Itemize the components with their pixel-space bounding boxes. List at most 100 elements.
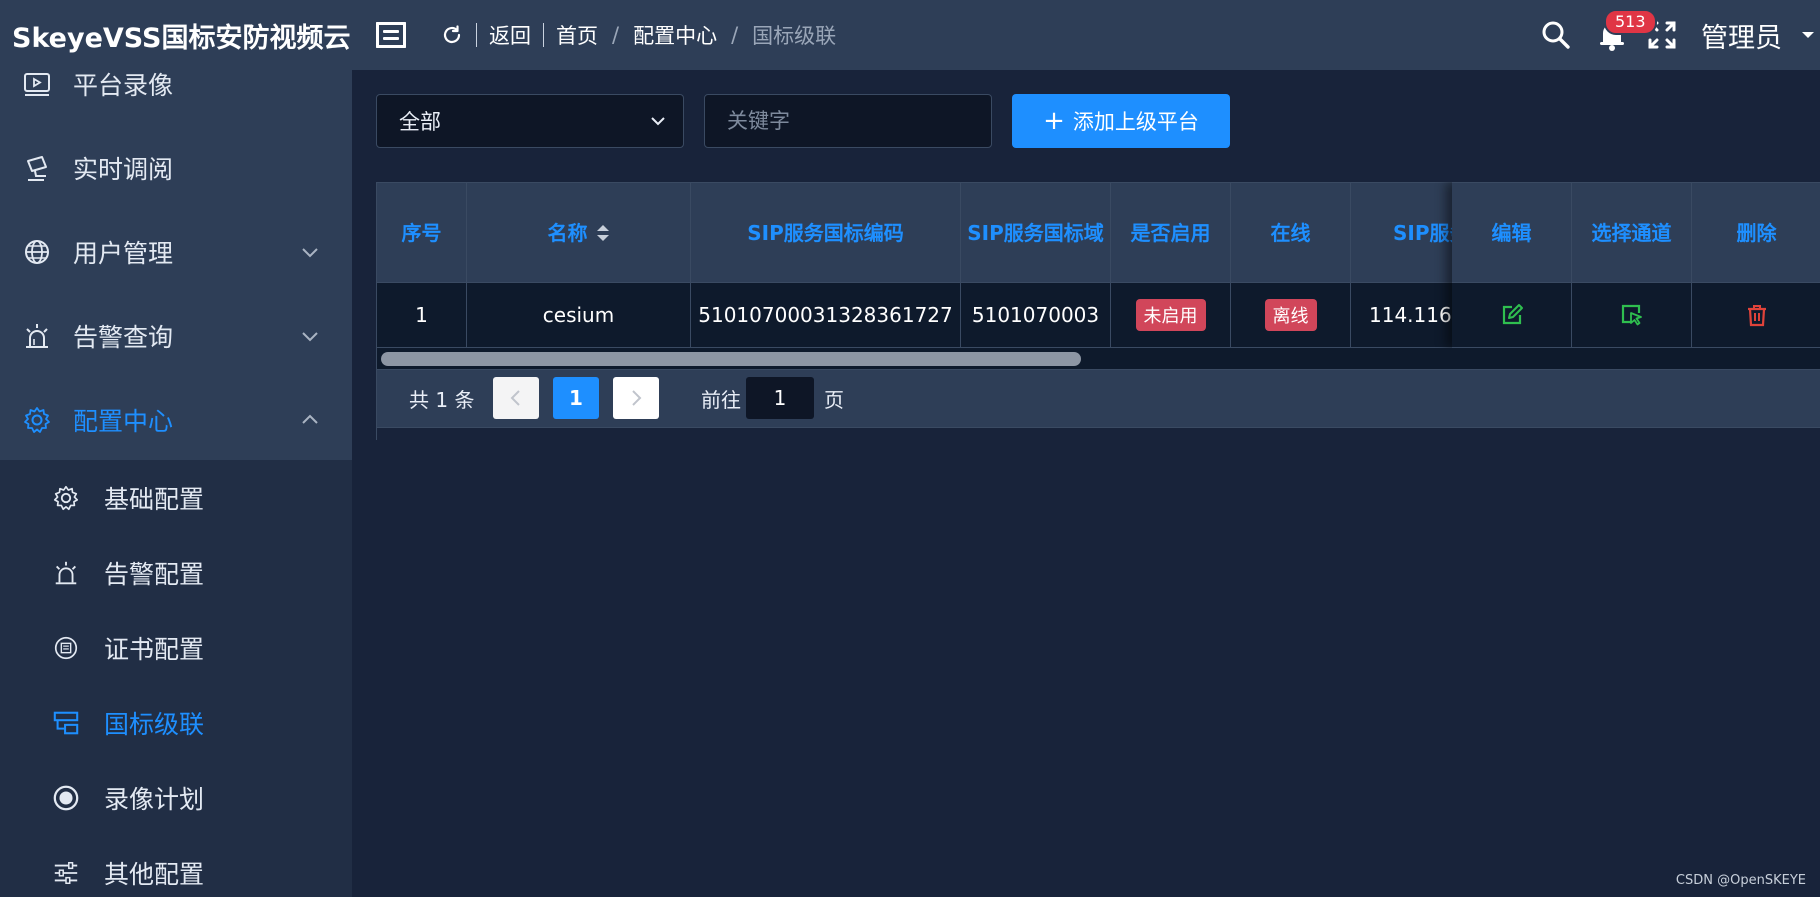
goto-page-input[interactable] — [746, 377, 814, 419]
cell-enabled: 未启用 — [1111, 283, 1231, 347]
chevron-down-icon — [302, 332, 318, 342]
sidebar-item-label: 用户管理 — [73, 239, 174, 268]
refresh-icon[interactable] — [440, 23, 464, 47]
sidebar-item-platform-recording[interactable]: 平台录像 — [0, 70, 352, 126]
breadcrumb-config-center[interactable]: 配置中心 — [633, 20, 717, 50]
sort-icon[interactable] — [596, 224, 610, 242]
sidebar-item-config-center[interactable]: 配置中心 — [0, 378, 352, 462]
sidebar-item-alarm-query[interactable]: 告警查询 — [0, 294, 352, 378]
prev-page-button[interactable] — [493, 377, 539, 419]
cell-name: cesium — [467, 283, 691, 347]
goto-label: 前往 — [701, 388, 741, 412]
breadcrumb-separator: / — [731, 23, 739, 47]
sidebar-subitem-alarm-config[interactable]: 告警配置 — [0, 535, 352, 610]
cell-online: 离线 — [1231, 283, 1351, 347]
add-button-label: 添加上级平台 — [1072, 110, 1199, 134]
sidebar-subitem-basic-config[interactable]: 基础配置 — [0, 460, 352, 535]
col-sip-domain: SIP服务国标域 — [961, 183, 1111, 282]
sidebar-item-label: 配置中心 — [73, 407, 174, 436]
config-submenu: 基础配置 告警配置 证书配置 国标级联 录像计划 其他配置 — [0, 460, 352, 897]
user-name: 管理员 — [1701, 22, 1782, 54]
notification-badge: 513 — [1604, 9, 1657, 35]
breadcrumb-home[interactable]: 首页 — [556, 20, 598, 50]
sidebar-subitem-label: 其他配置 — [104, 859, 205, 889]
select-channel-icon[interactable] — [1620, 303, 1644, 327]
video-icon — [24, 73, 50, 96]
sidebar-subitem-certificate-config[interactable]: 证书配置 — [0, 610, 352, 685]
sidebar-subitem-label: 证书配置 — [104, 634, 205, 664]
sliders-icon — [54, 861, 78, 884]
edit-icon[interactable] — [1500, 303, 1524, 327]
status-select-value: 全部 — [399, 110, 441, 134]
sidebar-item-label: 平台录像 — [73, 71, 174, 100]
cell-sip-code: 51010700031328361727 — [691, 283, 961, 347]
pagination: 共 1 条 1 前往 页 — [377, 370, 1820, 428]
chevron-up-icon — [302, 414, 318, 424]
chevron-right-icon — [632, 390, 642, 406]
top-header: SkeyeVSS国标安防视频云 返回 首页 / 配置中心 / 国标级联 管理员 … — [0, 0, 1820, 70]
sidebar-subitem-gb-cascade[interactable]: 国标级联 — [0, 685, 352, 760]
cascade-table: 序号 名称 SIP服务国标编码 SIP服务国标域 是否启用 在线 SIP服务 1… — [376, 182, 1820, 440]
caret-down-icon — [1802, 32, 1814, 38]
globe-icon — [25, 240, 49, 264]
record-icon — [53, 785, 79, 810]
add-superior-platform-button[interactable]: + 添加上级平台 — [1012, 94, 1230, 148]
sidebar-item-user-management[interactable]: 用户管理 — [0, 210, 352, 294]
app-title: SkeyeVSS国标安防视频云 — [12, 22, 351, 54]
col-select-channel: 选择通道 — [1572, 183, 1692, 282]
cell-sip-domain: 5101070003 — [961, 283, 1111, 347]
chevron-left-icon — [510, 390, 520, 406]
breadcrumb-bar: 返回 首页 / 配置中心 / 国标级联 — [440, 20, 836, 50]
col-delete: 删除 — [1736, 220, 1777, 245]
sidebar-subitem-other-config[interactable]: 其他配置 — [0, 835, 352, 897]
horizontal-scrollbar[interactable] — [377, 348, 1820, 370]
pagination-total: 共 1 条 — [409, 388, 475, 412]
col-name-label: 名称 — [547, 220, 588, 245]
alarm-icon — [55, 561, 77, 584]
sidebar-subitem-label: 国标级联 — [104, 709, 205, 739]
trash-icon[interactable] — [1745, 303, 1769, 327]
back-button[interactable]: 返回 — [489, 20, 531, 50]
divider — [543, 23, 544, 47]
divider — [476, 23, 477, 47]
menu-toggle-icon[interactable] — [376, 21, 406, 49]
user-menu[interactable]: 管理员 — [1701, 16, 1820, 55]
camera-icon — [27, 156, 47, 181]
sidebar-item-label: 实时调阅 — [73, 155, 174, 184]
next-page-button[interactable] — [613, 377, 659, 419]
cell-delete — [1692, 283, 1820, 347]
col-sip-code: SIP服务国标编码 — [691, 183, 961, 282]
search-icon[interactable] — [1539, 18, 1573, 52]
col-index: 序号 — [377, 183, 467, 282]
plus-icon: + — [1043, 106, 1065, 136]
sidebar-subitem-recording-plan[interactable]: 录像计划 — [0, 760, 352, 835]
chevron-down-icon — [302, 248, 318, 258]
header-actions: 管理员 — [1539, 0, 1820, 70]
page-number-button[interactable]: 1 — [553, 377, 599, 419]
gear-icon — [24, 407, 50, 433]
gear-icon — [53, 485, 79, 510]
keyword-input[interactable] — [704, 94, 992, 148]
action-row — [1452, 282, 1820, 348]
certificate-icon — [54, 636, 78, 659]
sidebar: 平台录像 实时调阅 用户管理 告警查询 配置中心 基础配置 告警配置 证书配置 … — [0, 70, 352, 897]
cell-select-channel — [1572, 283, 1692, 347]
cascade-icon — [53, 711, 79, 734]
col-edit: 编辑 — [1452, 183, 1572, 282]
scrollbar-thumb[interactable] — [381, 352, 1081, 366]
breadcrumb-separator: / — [612, 23, 620, 47]
sidebar-subitem-label: 基础配置 — [104, 484, 205, 514]
breadcrumb-current: 国标级联 — [752, 24, 837, 48]
cell-edit — [1452, 283, 1572, 347]
status-select[interactable]: 全部 — [376, 94, 684, 148]
chevron-down-icon — [651, 117, 665, 126]
col-enabled: 是否启用 — [1111, 183, 1231, 282]
page-label: 页 — [824, 388, 844, 412]
sidebar-subitem-label: 录像计划 — [104, 784, 205, 814]
sidebar-item-live-view[interactable]: 实时调阅 — [0, 126, 352, 210]
alarm-icon — [26, 324, 48, 348]
watermark: CSDN @OpenSKEYE — [1675, 873, 1806, 888]
main-content: 全部 + 添加上级平台 序号 名称 SIP服务国标编码 SIP服务国标域 是否启… — [352, 70, 1820, 897]
col-name[interactable]: 名称 — [467, 183, 691, 282]
sidebar-subitem-label: 告警配置 — [104, 559, 205, 589]
